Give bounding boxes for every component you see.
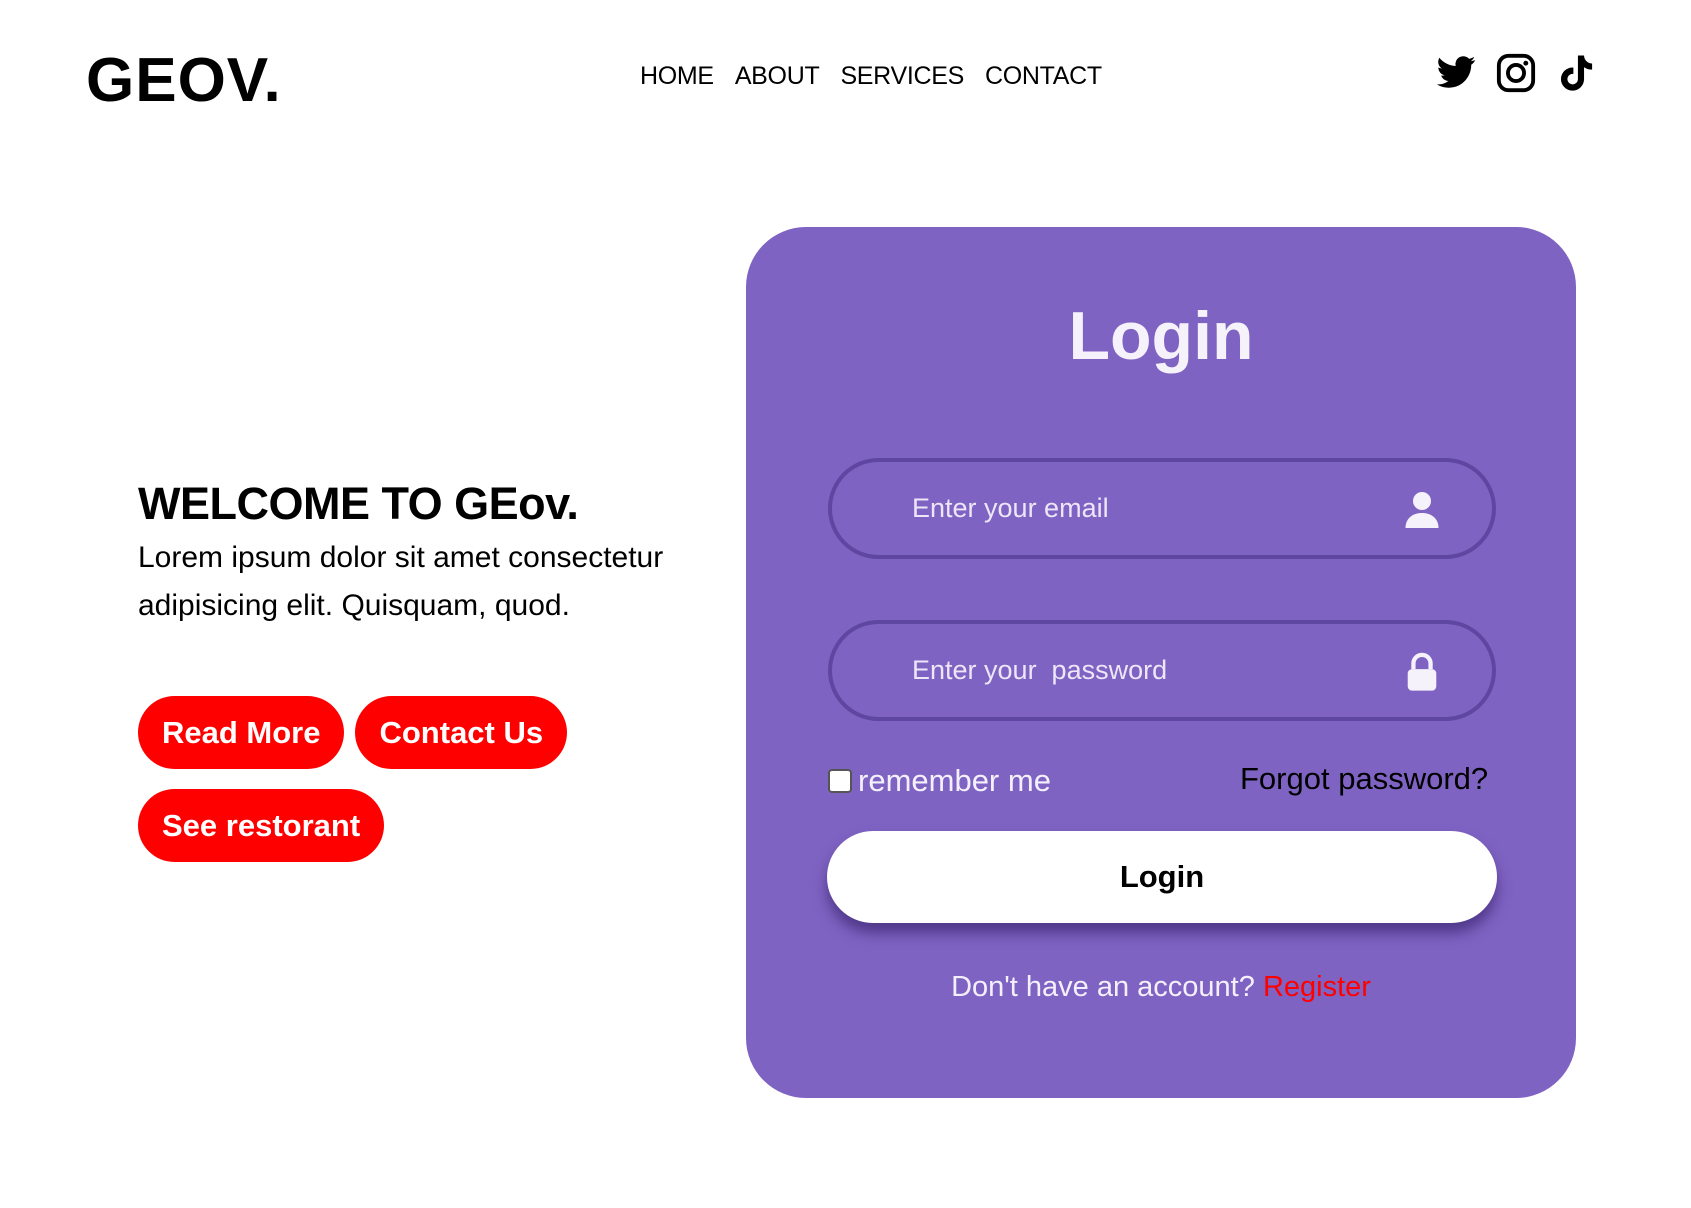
password-field-wrapper xyxy=(828,620,1496,721)
login-button[interactable]: Login xyxy=(827,831,1497,923)
lock-icon xyxy=(1404,652,1440,692)
remember-checkbox[interactable] xyxy=(828,769,852,793)
password-field[interactable] xyxy=(912,624,1382,717)
nav-home[interactable]: HOME xyxy=(640,58,714,94)
login-title: Login xyxy=(1068,298,1254,374)
nav-services[interactable]: SERVICES xyxy=(840,58,964,94)
remember-label: remember me xyxy=(858,763,1051,798)
read-more-button[interactable]: Read More xyxy=(138,696,345,769)
nav-about[interactable]: ABOUT xyxy=(735,58,820,94)
tiktok-icon[interactable] xyxy=(1555,52,1597,94)
instagram-icon[interactable] xyxy=(1495,52,1537,94)
email-field-wrapper xyxy=(828,458,1496,559)
remember-me: remember me xyxy=(828,762,1051,800)
see-restorant-button[interactable]: See restorant xyxy=(138,789,385,862)
hero-title: WELCOME TO GEov. xyxy=(138,478,579,529)
register-row: Don't have an account? Register xyxy=(746,968,1576,1006)
hero-buttons: Read More Contact Us See restorant xyxy=(138,696,608,862)
site-logo[interactable]: GEOV. xyxy=(86,44,282,118)
main-nav: HOME ABOUT SERVICES CONTACT xyxy=(640,58,1102,94)
social-links xyxy=(1435,52,1597,94)
user-icon xyxy=(1404,490,1440,530)
register-prompt: Don't have an account? xyxy=(951,971,1255,1003)
register-link[interactable]: Register xyxy=(1263,971,1371,1003)
nav-contact[interactable]: CONTACT xyxy=(985,58,1102,94)
contact-us-button[interactable]: Contact Us xyxy=(355,696,568,769)
twitter-icon[interactable] xyxy=(1435,52,1477,94)
hero-section: WELCOME TO GEov. Lorem ipsum dolor sit a… xyxy=(138,476,738,630)
hero-text: Lorem ipsum dolor sit amet consectetur a… xyxy=(138,541,664,622)
email-field[interactable] xyxy=(912,462,1382,555)
page: GEOV. HOME ABOUT SERVICES CONTACT WELCOM… xyxy=(0,0,1691,1208)
forgot-password-link[interactable]: Forgot password? xyxy=(1240,760,1488,798)
